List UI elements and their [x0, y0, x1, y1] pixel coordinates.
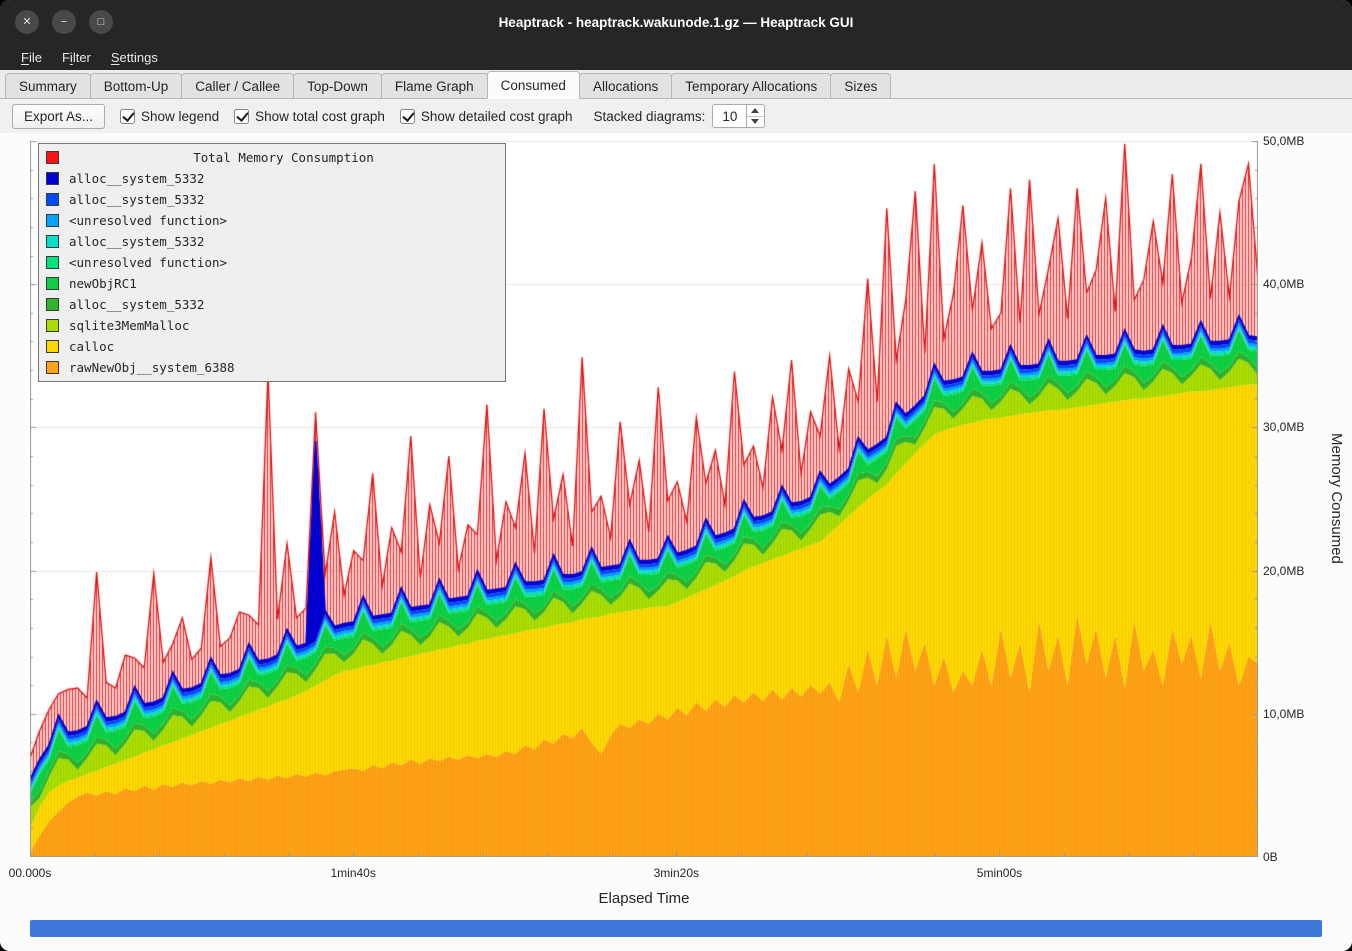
stacked-diagrams-spinbox[interactable]: 10: [712, 104, 765, 128]
window-title: Heaptrack - heaptrack.wakunode.1.gz — He…: [0, 15, 1352, 30]
chart-zoom-scrollbar[interactable]: [30, 920, 1322, 937]
legend-row: <unresolved function>: [39, 210, 505, 231]
tab-bottom-up[interactable]: Bottom-Up: [90, 73, 183, 98]
tab-summary[interactable]: Summary: [5, 73, 91, 98]
checkbox-show-legend[interactable]: Show legend: [120, 109, 219, 124]
legend-label: <unresolved function>: [69, 213, 227, 228]
toolbar: Export As... Show legend Show total cost …: [0, 99, 1352, 133]
y-axis-tick-label: 50,0MB: [1263, 133, 1304, 149]
stacked-diagrams-value: 10: [713, 105, 746, 127]
minimize-button[interactable]: −: [52, 10, 76, 34]
checkbox-label: Show total cost graph: [255, 109, 385, 124]
checkbox-show-detailed-cost-graph[interactable]: Show detailed cost graph: [400, 109, 573, 124]
maximize-button[interactable]: □: [89, 10, 113, 34]
stacked-diagrams-label: Stacked diagrams:: [594, 109, 706, 124]
legend-label: alloc__system_5332: [69, 297, 204, 312]
spin-down-icon[interactable]: [747, 117, 764, 128]
toolbar-checkboxes: Show legend Show total cost graph Show det…: [120, 109, 573, 124]
legend-swatch: [46, 151, 59, 164]
y-axis-tick-label: 30,0MB: [1263, 419, 1304, 435]
legend-row: rawNewObj__system_6388: [39, 357, 505, 378]
legend-label: Total Memory Consumption: [69, 150, 498, 165]
tab-allocations[interactable]: Allocations: [579, 73, 672, 98]
menu-filter[interactable]: Filter: [53, 47, 100, 68]
x-axis-tick-label: 3min20s: [654, 866, 699, 880]
legend-swatch: [46, 340, 59, 353]
checkbox-show-total-cost-graph[interactable]: Show total cost graph: [234, 109, 385, 124]
legend-label: alloc__system_5332: [69, 234, 204, 249]
legend-label: rawNewObj__system_6388: [69, 360, 235, 375]
export-as-button[interactable]: Export As...: [12, 104, 105, 129]
x-axis-tick-label: 1min40s: [330, 866, 375, 880]
legend-label: newObjRC1: [69, 276, 137, 291]
legend-row: alloc__system_5332: [39, 231, 505, 252]
chart-region: Total Memory Consumption alloc__system_53…: [0, 133, 1352, 951]
x-axis-title: Elapsed Time: [30, 890, 1258, 907]
menu-settings[interactable]: Settings: [102, 47, 167, 68]
legend-row: calloc: [39, 336, 505, 357]
x-axis-tick-label: 5min00s: [977, 866, 1022, 880]
tab-temporary-allocations[interactable]: Temporary Allocations: [671, 73, 831, 98]
legend-label: sqlite3MemMalloc: [69, 318, 189, 333]
title-bar: ✕ − □ Heaptrack - heaptrack.wakunode.1.g…: [0, 0, 1352, 44]
x-axis-tick-label: 00.000s: [9, 866, 52, 880]
tab-flame-graph[interactable]: Flame Graph: [381, 73, 488, 98]
legend-swatch: [46, 235, 59, 248]
y-axis-tick-label: 20,0MB: [1263, 563, 1304, 579]
menu-file[interactable]: File: [12, 47, 51, 68]
tab-consumed[interactable]: Consumed: [487, 71, 580, 99]
legend-label: <unresolved function>: [69, 255, 227, 270]
close-button[interactable]: ✕: [15, 10, 39, 34]
legend-swatch: [46, 214, 59, 227]
spin-up-icon[interactable]: [747, 105, 764, 117]
legend-row: alloc__system_5332: [39, 189, 505, 210]
legend-row: alloc__system_5332: [39, 294, 505, 315]
spinbox-buttons: [746, 105, 764, 127]
legend-swatch: [46, 277, 59, 290]
y-axis-title: Memory Consumed: [1328, 433, 1345, 564]
legend-swatch: [46, 256, 59, 269]
legend-swatch: [46, 193, 59, 206]
chart-legend: Total Memory Consumption alloc__system_53…: [38, 143, 506, 382]
minimize-icon: −: [61, 17, 67, 28]
legend-label: alloc__system_5332: [69, 171, 204, 186]
heaptrack-window: ✕ − □ Heaptrack - heaptrack.wakunode.1.g…: [0, 0, 1352, 951]
menu-bar: FileFilterSettings: [0, 44, 1352, 70]
legend-row: alloc__system_5332: [39, 168, 505, 189]
legend-label: alloc__system_5332: [69, 192, 204, 207]
tab-caller-callee[interactable]: Caller / Callee: [181, 73, 294, 98]
window-controls: ✕ − □: [15, 10, 113, 34]
legend-row: <unresolved function>: [39, 252, 505, 273]
checkbox-box: [120, 109, 135, 124]
y-axis-tick-label: 40,0MB: [1263, 276, 1304, 292]
legend-label: calloc: [69, 339, 114, 354]
maximize-icon: □: [98, 17, 105, 28]
legend-row: newObjRC1: [39, 273, 505, 294]
tab-sizes[interactable]: Sizes: [830, 73, 891, 98]
legend-title-row: Total Memory Consumption: [39, 147, 505, 168]
checkbox-label: Show detailed cost graph: [421, 109, 573, 124]
checkbox-box: [400, 109, 415, 124]
legend-swatch: [46, 319, 59, 332]
tab-bar: SummaryBottom-UpCaller / CalleeTop-DownF…: [0, 70, 1352, 99]
checkbox-box: [234, 109, 249, 124]
tab-top-down[interactable]: Top-Down: [293, 73, 382, 98]
close-icon: ✕: [22, 17, 31, 28]
legend-row: sqlite3MemMalloc: [39, 315, 505, 336]
legend-swatch: [46, 172, 59, 185]
y-axis-tick-label: 10,0MB: [1263, 706, 1304, 722]
legend-swatch: [46, 298, 59, 311]
legend-swatch: [46, 361, 59, 374]
y-axis-tick-label: 0B: [1263, 849, 1278, 865]
checkbox-label: Show legend: [141, 109, 219, 124]
